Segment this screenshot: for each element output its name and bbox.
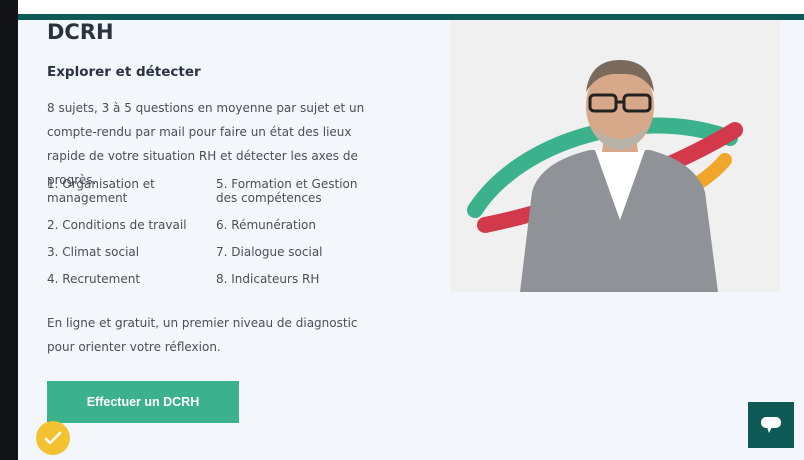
footer-text: En ligne et gratuit, un premier niveau d… [47,316,358,354]
topic-item: 2. Conditions de travail [47,218,187,232]
person-illustration [450,20,780,292]
checkmark-badge-icon [44,431,62,445]
left-edge-bar [0,0,18,460]
topic-item: 4. Recrutement [47,272,141,286]
section-title: DCRH [47,20,114,44]
topic-item: 8. Indicateurs RH [216,272,320,286]
topic-item: 7. Dialogue social [216,245,323,259]
chat-bubble-icon [761,417,781,433]
topic-item: 3. Climat social [47,245,140,259]
topic-item: 1. Organisation et management [47,177,155,205]
checkmark-badge[interactable] [36,421,70,455]
effectuer-dcrh-button[interactable]: Effectuer un DCRH [47,381,239,423]
topic-item: 5. Formation et Gestion des compétences [216,177,358,205]
hero-photo [450,20,780,292]
chat-button[interactable] [748,402,794,448]
section-subtitle: Explorer et détecter [47,64,201,80]
topic-item: 6. Rémunération [216,218,317,232]
